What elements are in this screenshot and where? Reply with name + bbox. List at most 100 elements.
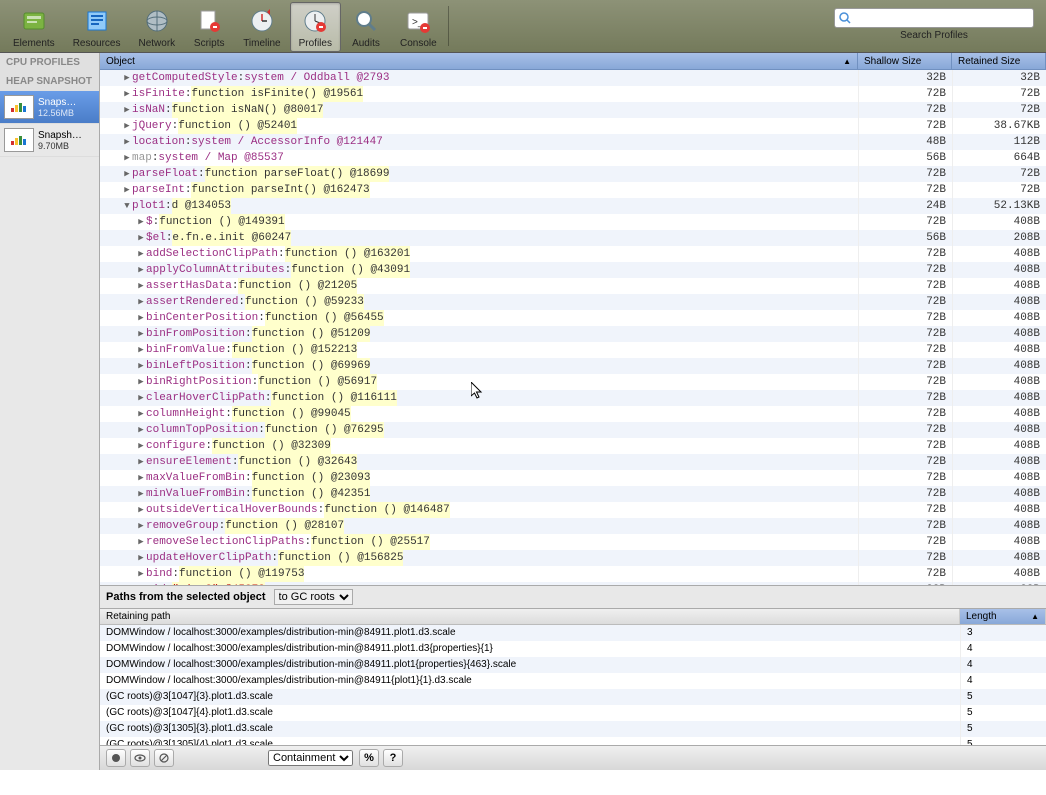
disclosure-icon[interactable]: ▼ [122, 198, 132, 214]
toolbar-timeline[interactable]: Timeline [234, 2, 289, 52]
tree-row[interactable]: ▶outsideVerticalHoverBounds: function ()… [100, 502, 1046, 518]
tree-row[interactable]: ▶parseFloat: function parseFloat() @1869… [100, 166, 1046, 182]
tree-row[interactable]: ▶addSelectionClipPath: function () @1632… [100, 246, 1046, 262]
path-row[interactable]: DOMWindow / localhost:3000/examples/dist… [100, 657, 1046, 673]
tree-row[interactable]: ▶getComputedStyle: system / Oddball @279… [100, 70, 1046, 86]
disclosure-icon[interactable]: ▶ [136, 294, 146, 310]
toolbar-audits[interactable]: Audits [341, 2, 391, 52]
disclosure-icon[interactable]: ▶ [122, 118, 132, 134]
path-row[interactable]: (GC roots)@3[1047]{4}.plot1.d3.scale5 [100, 705, 1046, 721]
percent-button[interactable]: % [359, 749, 379, 767]
disclosure-icon[interactable]: ▶ [136, 310, 146, 326]
disclosure-icon[interactable]: ▶ [136, 438, 146, 454]
tree-row[interactable]: ▶binFromPosition: function () @5120972B4… [100, 326, 1046, 342]
tree-row[interactable]: ▶binLeftPosition: function () @6996972B4… [100, 358, 1046, 374]
disclosure-icon[interactable]: ▶ [136, 390, 146, 406]
col-retained-size[interactable]: Retained Size [952, 53, 1046, 69]
col-length[interactable]: Length▲ [960, 609, 1046, 624]
view-select[interactable]: Containment [268, 750, 353, 766]
tree-row[interactable]: ▶map: system / Map @8553756B664B [100, 150, 1046, 166]
toolbar-scripts[interactable]: Scripts [184, 2, 234, 52]
tree-row[interactable]: ▶removeSelectionClipPaths: function () @… [100, 534, 1046, 550]
tree-row[interactable]: ▶ensureElement: function () @3264372B408… [100, 454, 1046, 470]
tree-row[interactable]: ▶assertHasData: function () @2120572B408… [100, 278, 1046, 294]
toolbar-network[interactable]: Network [130, 2, 185, 52]
disclosure-icon[interactable]: ▶ [136, 326, 146, 342]
tree-row[interactable]: ▶maxValueFromBin: function () @2309372B4… [100, 470, 1046, 486]
disclosure-icon[interactable]: ▶ [122, 150, 132, 166]
tree-row[interactable]: ▶isFinite: function isFinite() @1956172B… [100, 86, 1046, 102]
tree-row[interactable]: ▶jQuery: function () @5240172B38.67KB [100, 118, 1046, 134]
col-object[interactable]: Object▲ [100, 53, 858, 69]
tree-row[interactable]: ▶$: function () @14939172B408B [100, 214, 1046, 230]
path-row[interactable]: DOMWindow / localhost:3000/examples/dist… [100, 625, 1046, 641]
network-icon [141, 5, 173, 37]
tree-row[interactable]: ▶clearHoverClipPath: function () @116111… [100, 390, 1046, 406]
path-row[interactable]: (GC roots)@3[1047]{3}.plot1.d3.scale5 [100, 689, 1046, 705]
disclosure-icon[interactable]: ▶ [136, 470, 146, 486]
tree-row[interactable]: ▶removeGroup: function () @2810772B408B [100, 518, 1046, 534]
tree-row[interactable]: ▶binRightPosition: function () @5691772B… [100, 374, 1046, 390]
tree-row[interactable]: ▶binCenterPosition: function () @5645572… [100, 310, 1046, 326]
tree-row[interactable]: ▶columnHeight: function () @9904572B408B [100, 406, 1046, 422]
disclosure-icon[interactable]: ▶ [122, 166, 132, 182]
path-row[interactable]: DOMWindow / localhost:3000/examples/dist… [100, 641, 1046, 657]
tree-row[interactable]: cid: "view2" @4587332B32B [100, 582, 1046, 585]
paths-select[interactable]: to GC roots [274, 589, 353, 605]
disclosure-icon[interactable]: ▶ [136, 518, 146, 534]
tree-row[interactable]: ▶parseInt: function parseInt() @16247372… [100, 182, 1046, 198]
tree-row[interactable]: ▶columnTopPosition: function () @7629572… [100, 422, 1046, 438]
tree-row[interactable]: ▼plot1: d @13405324B52.13KB [100, 198, 1046, 214]
disclosure-icon[interactable]: ▶ [122, 134, 132, 150]
help-button[interactable]: ? [383, 749, 403, 767]
tree-row[interactable]: ▶updateHoverClipPath: function () @15682… [100, 550, 1046, 566]
tree-row[interactable]: ▶location: system / AccessorInfo @121447… [100, 134, 1046, 150]
object-tree[interactable]: ▶getComputedStyle: system / Oddball @279… [100, 70, 1046, 585]
toolbar-profiles[interactable]: Profiles [290, 2, 341, 52]
toolbar-console[interactable]: >_Console [391, 2, 446, 52]
search-input[interactable] [834, 8, 1034, 28]
disclosure-icon[interactable]: ▶ [136, 406, 146, 422]
disclosure-icon[interactable]: ▶ [122, 86, 132, 102]
tree-row[interactable]: ▶minValueFromBin: function () @4235172B4… [100, 486, 1046, 502]
disclosure-icon[interactable]: ▶ [136, 534, 146, 550]
toolbar-resources[interactable]: Resources [64, 2, 130, 52]
disclosure-icon[interactable]: ▶ [136, 454, 146, 470]
path-row[interactable]: DOMWindow / localhost:3000/examples/dist… [100, 673, 1046, 689]
disclosure-icon[interactable]: ▶ [136, 550, 146, 566]
disclosure-icon[interactable]: ▶ [136, 278, 146, 294]
shallow-size: 32B [858, 70, 952, 86]
disclosure-icon[interactable]: ▶ [136, 374, 146, 390]
tree-row[interactable]: ▶assertRendered: function () @5923372B40… [100, 294, 1046, 310]
disclosure-icon[interactable]: ▶ [136, 230, 146, 246]
disclosure-icon[interactable]: ▶ [136, 566, 146, 582]
eye-button[interactable] [130, 749, 150, 767]
col-shallow-size[interactable]: Shallow Size [858, 53, 952, 69]
tree-row[interactable]: ▶configure: function () @3230972B408B [100, 438, 1046, 454]
disclosure-icon[interactable]: ▶ [136, 342, 146, 358]
disclosure-icon[interactable]: ▶ [136, 214, 146, 230]
disclosure-icon[interactable]: ▶ [136, 246, 146, 262]
tree-row[interactable]: ▶isNaN: function isNaN() @8001772B72B [100, 102, 1046, 118]
disclosure-icon[interactable]: ▶ [136, 502, 146, 518]
tree-row[interactable]: ▶bind: function () @11975372B408B [100, 566, 1046, 582]
col-retaining-path[interactable]: Retaining path [100, 609, 960, 624]
tree-row[interactable]: ▶$el: e.fn.e.init @6024756B208B [100, 230, 1046, 246]
disclosure-icon[interactable]: ▶ [122, 70, 132, 86]
disclosure-icon[interactable]: ▶ [136, 262, 146, 278]
disclosure-icon[interactable]: ▶ [122, 102, 132, 118]
disclosure-icon[interactable]: ▶ [136, 422, 146, 438]
toolbar-elements[interactable]: Elements [4, 2, 64, 52]
snapshot-item[interactable]: Snapsh…9.70MB [0, 124, 99, 157]
path-row[interactable]: (GC roots)@3[1305]{4}.plot1.d3.scale5 [100, 737, 1046, 745]
disclosure-icon[interactable]: ▶ [122, 182, 132, 198]
tree-row[interactable]: ▶applyColumnAttributes: function () @430… [100, 262, 1046, 278]
clear-button[interactable] [154, 749, 174, 767]
snapshot-item[interactable]: Snaps…12.56MB [0, 91, 99, 124]
disclosure-icon[interactable]: ▶ [136, 358, 146, 374]
record-button[interactable] [106, 749, 126, 767]
path-row[interactable]: (GC roots)@3[1305]{3}.plot1.d3.scale5 [100, 721, 1046, 737]
paths-list[interactable]: DOMWindow / localhost:3000/examples/dist… [100, 625, 1046, 745]
disclosure-icon[interactable]: ▶ [136, 486, 146, 502]
tree-row[interactable]: ▶binFromValue: function () @15221372B408… [100, 342, 1046, 358]
